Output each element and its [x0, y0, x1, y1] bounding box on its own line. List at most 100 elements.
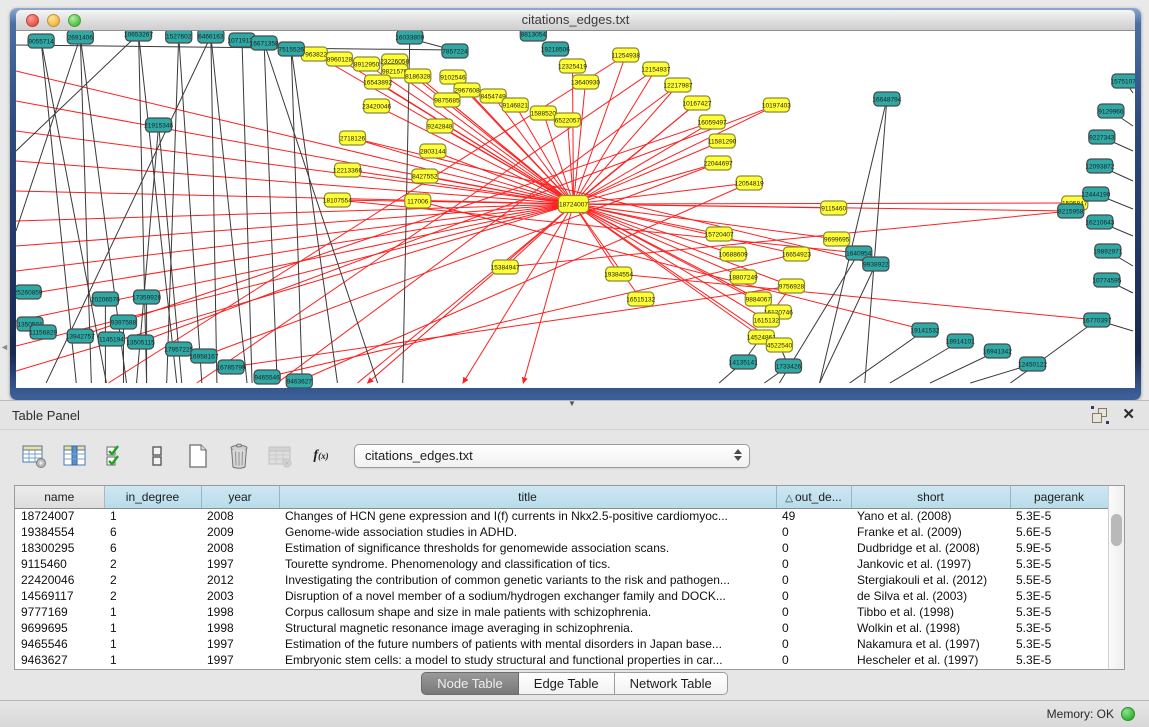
- close-window-icon[interactable]: [26, 14, 39, 27]
- graph-node[interactable]: 2718126: [339, 131, 365, 145]
- rows-mode-icon[interactable]: [143, 442, 171, 470]
- graph-node[interactable]: 8960128: [326, 52, 352, 66]
- graph-edge[interactable]: [440, 126, 574, 204]
- graph-node[interactable]: 1145194: [98, 332, 124, 346]
- minimize-window-icon[interactable]: [47, 14, 60, 27]
- graph-node[interactable]: 10774595: [1092, 273, 1121, 287]
- table-selector-dropdown[interactable]: citations_edges.txt: [354, 444, 750, 468]
- graph-node[interactable]: 15384947: [491, 260, 520, 274]
- graph-node[interactable]: 22044697: [704, 156, 733, 170]
- graph-node[interactable]: 16543892: [363, 75, 392, 89]
- column-header-name[interactable]: name: [15, 486, 104, 508]
- graph-edge[interactable]: [197, 69, 656, 383]
- graph-node[interactable]: 4522540: [766, 338, 792, 352]
- tab-edge-table[interactable]: Edge Table: [519, 672, 615, 695]
- graph-node[interactable]: 20206576: [91, 292, 120, 306]
- graph-node[interactable]: 2803144: [420, 144, 446, 158]
- graph-node[interactable]: 16941342: [983, 344, 1012, 358]
- graph-node[interactable]: 18807249: [729, 270, 758, 284]
- graph-edge[interactable]: [139, 34, 147, 383]
- graph-node[interactable]: 13505115: [126, 335, 155, 349]
- create-table-icon[interactable]: [184, 442, 212, 470]
- graph-node[interactable]: 9463627: [286, 374, 312, 388]
- table-row[interactable]: 969969511998Structural magnetic resonanc…: [15, 620, 1108, 636]
- graph-node[interactable]: 7857224: [442, 44, 468, 58]
- function-builder-icon[interactable]: f(x): [307, 442, 335, 470]
- graph-edge[interactable]: [850, 330, 925, 383]
- graph-edge[interactable]: [139, 34, 177, 383]
- graph-node[interactable]: 13640930: [571, 75, 600, 89]
- graph-node[interactable]: 19384554: [604, 267, 633, 281]
- graph-node[interactable]: 18724007: [558, 196, 588, 213]
- graph-edge[interactable]: [16, 37, 80, 231]
- graph-node[interactable]: 11156829: [29, 325, 57, 339]
- graph-node[interactable]: 11254938: [611, 48, 640, 62]
- graph-node[interactable]: 12217987: [663, 78, 692, 92]
- graph-node[interactable]: 6522057: [554, 113, 580, 127]
- graph-node[interactable]: 6466163: [198, 31, 224, 43]
- graph-node[interactable]: 1527602: [166, 31, 192, 43]
- network-canvas[interactable]: 1872400779638228960128891295023226058982…: [16, 31, 1135, 388]
- graph-edge[interactable]: [573, 85, 677, 204]
- graph-edge[interactable]: [573, 204, 766, 320]
- graph-edge[interactable]: [463, 204, 573, 383]
- graph-node[interactable]: 8912950: [354, 57, 380, 71]
- graph-node[interactable]: 16958167: [189, 349, 218, 363]
- graph-node[interactable]: 16059497: [698, 115, 727, 129]
- graph-node[interactable]: 12093872: [1085, 159, 1114, 173]
- table-row[interactable]: 1938455462009Genome-wide association stu…: [15, 524, 1108, 540]
- graph-node[interactable]: 18107554: [323, 193, 352, 207]
- table-row[interactable]: 946362711997Embryonic stem cells: a mode…: [15, 652, 1108, 668]
- graph-node[interactable]: 8215958: [1058, 204, 1084, 218]
- graph-edge[interactable]: [16, 204, 573, 271]
- graph-node[interactable]: 9115460: [821, 201, 847, 215]
- graph-node[interactable]: 1588520: [530, 106, 556, 120]
- graph-node[interactable]: 1615132: [753, 313, 779, 327]
- graph-node[interactable]: 12054819: [735, 176, 764, 190]
- graph-node[interactable]: 19218506: [541, 42, 570, 56]
- table-row[interactable]: 1872400712008Changes of HCN gene express…: [15, 508, 1108, 524]
- split-collapse-icon[interactable]: ◄: [0, 342, 9, 352]
- network-window[interactable]: citations_edges.txt 18724007 796382289601…: [10, 8, 1141, 400]
- graph-node[interactable]: 19892971: [1093, 244, 1122, 258]
- table-row[interactable]: 977716911998Corpus callosum shape and si…: [15, 604, 1108, 620]
- table-scrollbar-thumb[interactable]: [1111, 514, 1122, 546]
- graph-node[interactable]: 16671358: [250, 36, 279, 50]
- graph-edge[interactable]: [141, 105, 777, 342]
- graph-node[interactable]: 9397588: [110, 315, 136, 329]
- graph-node[interactable]: 10688609: [719, 247, 748, 261]
- graph-node[interactable]: 12325419: [558, 59, 587, 73]
- graph-edge[interactable]: [291, 49, 302, 383]
- float-panel-icon[interactable]: [1092, 407, 1108, 423]
- tab-node-table[interactable]: Node Table: [421, 672, 519, 695]
- graph-node[interactable]: 9227343: [1089, 130, 1115, 144]
- table-row[interactable]: 1830029562008Estimation of significance …: [15, 540, 1108, 556]
- graph-node[interactable]: 10197403: [762, 98, 791, 112]
- graph-edge[interactable]: [291, 49, 337, 383]
- table-row[interactable]: 2242004622012Investigating the contribut…: [15, 572, 1108, 588]
- graph-node[interactable]: 117006: [405, 194, 431, 208]
- graph-edge[interactable]: [433, 151, 574, 204]
- graph-edge[interactable]: [16, 204, 573, 296]
- graph-node[interactable]: 12154937: [641, 62, 670, 76]
- column-header-out_degree[interactable]: △out_de...: [776, 486, 851, 508]
- column-header-in_degree[interactable]: in_degree: [104, 486, 201, 508]
- column-header-pagerank[interactable]: pagerank: [1010, 486, 1108, 508]
- graph-node[interactable]: 17359928: [132, 290, 161, 304]
- window-titlebar[interactable]: citations_edges.txt: [16, 10, 1135, 31]
- graph-node[interactable]: 19141532: [911, 323, 940, 337]
- graph-node[interactable]: 10653267: [124, 31, 153, 41]
- table-settings-icon[interactable]: [20, 442, 48, 470]
- import-table-icon[interactable]: [266, 442, 294, 470]
- graph-edge[interactable]: [865, 99, 887, 383]
- graph-edge[interactable]: [820, 264, 876, 383]
- node-table-scroll[interactable]: namein_degreeyeartitle△out_de...shortpag…: [15, 486, 1108, 669]
- graph-edge[interactable]: [242, 40, 252, 383]
- column-header-short[interactable]: short: [851, 486, 1010, 508]
- graph-node[interactable]: 15720407: [705, 227, 734, 241]
- graph-node[interactable]: 16210643: [1085, 215, 1114, 229]
- graph-node[interactable]: 7963822: [301, 47, 327, 61]
- graph-node[interactable]: 13942757: [66, 329, 95, 343]
- graph-node[interactable]: 9129966: [1098, 104, 1124, 118]
- graph-node[interactable]: 12450122: [1018, 357, 1047, 371]
